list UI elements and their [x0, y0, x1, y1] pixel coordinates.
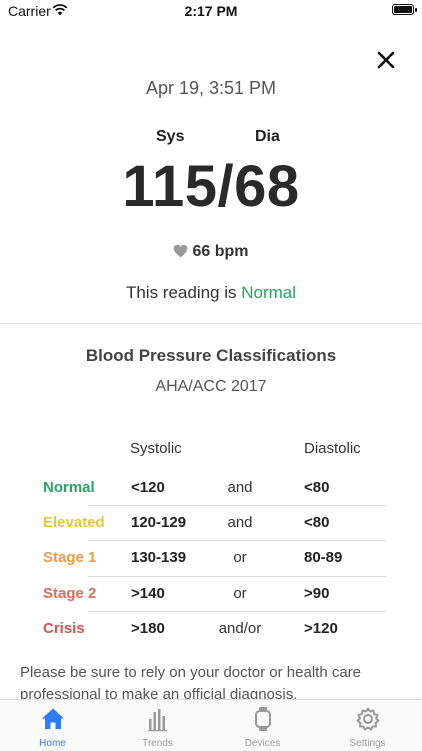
reading-date: Apr 19, 3:51 PM: [145, 78, 277, 98]
bar-chart-icon: [148, 709, 167, 732]
conjunction: or: [233, 549, 247, 566]
heart-icon: [174, 244, 188, 258]
diastolic-range: <80: [304, 514, 330, 531]
category-name: Stage 1: [43, 549, 97, 566]
conjunction: and/or: [218, 620, 262, 637]
category-name: Normal: [43, 479, 95, 496]
classifications-title: Blood Pressure Classifications: [85, 346, 337, 365]
classifications-subtitle: AHA/ACC 2017: [155, 378, 267, 395]
systolic-range: <120: [131, 479, 165, 496]
classification-row-elevated: Elevated 120-129 and <80: [38, 505, 386, 540]
blood-pressure-value: 115/68: [122, 154, 300, 219]
pulse-value: 66 bpm: [192, 243, 249, 260]
classification-row-normal: Normal <120 and <80: [38, 470, 386, 505]
gear-icon: [356, 707, 380, 731]
reading-status: This reading is Normal: [0, 283, 422, 303]
category-name: Stage 2: [43, 585, 97, 602]
classification-row-crisis: Crisis >180 and/or >120: [38, 611, 386, 646]
reading-status-value: Normal: [241, 283, 297, 302]
category-name: Crisis: [43, 620, 85, 637]
tab-bar: Home Trends Devices Settings: [0, 699, 422, 751]
watch-icon: [255, 707, 271, 731]
diastolic-column-header: Diastolic: [304, 440, 361, 457]
conjunction: and: [227, 479, 253, 496]
home-icon: [42, 708, 64, 729]
tab-trends[interactable]: Trends: [105, 700, 210, 751]
systolic-range: >180: [131, 620, 165, 637]
diastolic-label: Dia: [255, 128, 280, 145]
battery-icon: [392, 4, 417, 15]
systolic-column-header: Systolic: [130, 440, 182, 457]
systolic-range: 130-139: [131, 549, 187, 566]
diastolic-range: >90: [304, 585, 330, 602]
conjunction: or: [233, 585, 247, 602]
systolic-range: 120-129: [131, 514, 187, 531]
tab-label: Trends: [142, 738, 173, 749]
diastolic-range: >120: [304, 620, 338, 637]
systolic-label: Sys: [156, 128, 185, 145]
close-icon[interactable]: [372, 46, 400, 74]
tab-label: Devices: [244, 738, 281, 749]
tab-home[interactable]: Home: [0, 700, 105, 751]
clock: 2:17 PM: [184, 3, 238, 19]
pulse: 66 bpm: [0, 243, 422, 261]
diastolic-range: <80: [304, 479, 330, 496]
tab-devices[interactable]: Devices: [210, 700, 315, 751]
category-name: Elevated: [43, 514, 105, 531]
reading-status-prefix: This reading is: [125, 283, 237, 302]
diastolic-range: 80-89: [304, 549, 343, 566]
systolic-range: >140: [131, 585, 165, 602]
tab-label: Settings: [349, 738, 386, 749]
status-bar: Carrier 2:17 PM: [0, 0, 422, 24]
classification-row-stage-1: Stage 1 130-139 or 80-89: [38, 540, 386, 575]
classification-row-stage-2: Stage 2 >140 or >90: [38, 576, 386, 611]
tab-label: Home: [39, 738, 66, 749]
conjunction: and: [227, 514, 253, 531]
tab-settings[interactable]: Settings: [315, 700, 420, 751]
divider: [0, 323, 422, 324]
